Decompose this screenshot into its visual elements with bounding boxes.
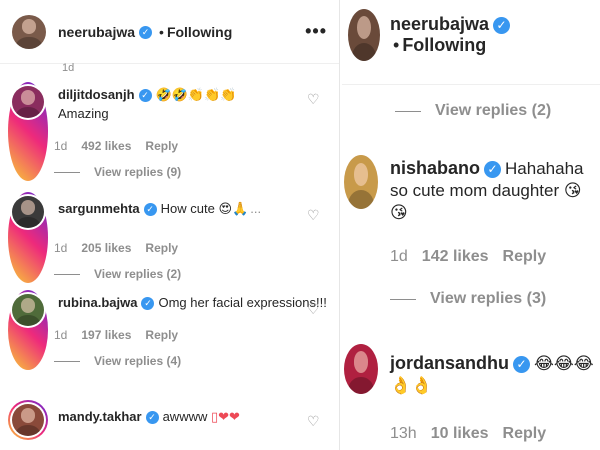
comment-text: awwww	[162, 409, 208, 424]
verified-icon: ✓	[493, 17, 511, 35]
separator-dot: •	[159, 23, 164, 40]
truncation-ellipsis: ...	[250, 201, 262, 216]
replies-divider	[54, 273, 80, 275]
verified-icon: ✓	[141, 297, 155, 311]
verified-icon: ✓	[143, 203, 157, 217]
view-replies-button[interactable]: View replies (2)	[395, 102, 551, 120]
post-header: neerubajwa ✓ • Following	[342, 0, 600, 70]
reply-button[interactable]: Reply	[503, 425, 547, 442]
comment-time: 1d	[54, 241, 68, 255]
author-username[interactable]: neerubajwa	[390, 14, 489, 34]
view-replies-button[interactable]: View replies (2)	[54, 265, 333, 283]
commenter-username[interactable]: diljitdosanjh	[58, 87, 135, 102]
commenter-avatar-ring[interactable]	[8, 192, 48, 283]
reply-button[interactable]: Reply	[145, 241, 178, 255]
verified-icon: ✓	[484, 161, 502, 179]
separator-dot: •	[393, 35, 400, 55]
comment-text: Omg her facial expressions!!!	[158, 295, 327, 310]
commenter-username[interactable]: rubina.bajwa	[58, 295, 137, 310]
following-button[interactable]: Following	[402, 35, 486, 55]
comment-emojis: 😍🙏	[218, 202, 249, 217]
comment-text: How cute	[160, 201, 215, 216]
commenter-avatar-ring[interactable]	[8, 290, 48, 370]
comment-likes[interactable]: 205 likes	[81, 241, 131, 255]
left-screenshot-panel: neerubajwa ✓ • Following ••• 1d diljitdosan…	[0, 0, 340, 450]
commenter-avatar	[12, 196, 44, 228]
comment-item: diljitdosanjh ✓ 🤣🤣👏👏👏 Amazing 1d 492 likes R…	[8, 82, 333, 181]
view-replies-button[interactable]: View replies (4)	[54, 352, 333, 370]
like-heart-icon[interactable]: ♡	[307, 414, 321, 428]
comment-item: rubina.bajwa ✓ Omg her facial expressions!…	[8, 290, 333, 370]
replies-divider	[390, 298, 416, 300]
more-options-icon[interactable]: •••	[305, 21, 327, 42]
comment-emojis: ▯❤❤	[211, 410, 240, 425]
reply-button[interactable]: Reply	[503, 248, 547, 265]
comment-item: sargunmehta ✓ How cute 😍🙏... 1d 205 likes Re…	[8, 192, 333, 283]
verified-icon: ✓	[145, 411, 159, 425]
comment-item: jordansandhu ✓ 😂😂😂👌👌 13h 10 likes Reply	[344, 344, 598, 445]
like-heart-icon[interactable]: ♡	[307, 208, 321, 222]
author-info: neerubajwa✓ •Following	[390, 14, 594, 56]
commenter-username[interactable]: mandy.takhar	[58, 409, 142, 424]
replies-divider	[54, 171, 80, 173]
comment-item: mandy.takhar ✓ awwww ▯❤❤ ♡	[8, 400, 333, 440]
partial-timestamp: 1d	[62, 62, 75, 74]
verified-icon: ✓	[513, 356, 531, 374]
comment-likes[interactable]: 10 likes	[431, 425, 489, 442]
commenter-avatar[interactable]	[344, 155, 378, 209]
author-avatar[interactable]	[348, 9, 380, 61]
author-avatar[interactable]	[12, 14, 46, 49]
comment-likes[interactable]: 492 likes	[81, 139, 131, 153]
comment-time: 1d	[54, 139, 68, 153]
author-info: neerubajwa ✓ •Following	[58, 24, 232, 40]
commenter-avatar	[12, 404, 44, 436]
verified-icon: ✓	[139, 26, 153, 40]
comment-time: 13h	[390, 425, 417, 442]
post-header: neerubajwa ✓ • Following •••	[0, 0, 339, 64]
comment-text: Amazing	[58, 106, 109, 121]
replies-divider	[395, 110, 421, 112]
view-replies-button[interactable]: View replies (3)	[390, 288, 598, 310]
view-replies-button[interactable]: View replies (9)	[54, 163, 333, 181]
comment-emojis: 🤣🤣👏👏👏	[155, 88, 237, 103]
replies-divider	[54, 360, 80, 362]
commenter-avatar	[12, 294, 44, 326]
comment-time: 1d	[54, 328, 68, 342]
reply-button[interactable]: Reply	[145, 139, 178, 153]
view-replies-label: View replies (4)	[94, 354, 182, 368]
commenter-username[interactable]: sargunmehta	[58, 201, 140, 216]
commenter-avatar-ring[interactable]	[8, 400, 48, 440]
commenter-username[interactable]: jordansandhu	[390, 353, 509, 373]
comment-likes[interactable]: 197 likes	[81, 328, 131, 342]
commenter-avatar	[12, 86, 44, 118]
like-heart-icon[interactable]: ♡	[307, 302, 321, 316]
commenter-avatar-ring[interactable]	[8, 82, 48, 181]
reply-button[interactable]: Reply	[145, 328, 178, 342]
following-button[interactable]: Following	[167, 24, 232, 40]
comment-time: 1d	[390, 248, 408, 265]
commenter-avatar[interactable]	[344, 344, 378, 394]
comment-item: nishabano ✓ Hahahaha so cute mom daughter …	[344, 155, 598, 310]
commenter-username[interactable]: nishabano	[390, 158, 480, 178]
view-replies-label: View replies (3)	[430, 290, 547, 307]
like-heart-icon[interactable]: ♡	[307, 92, 321, 106]
author-username[interactable]: neerubajwa	[58, 24, 135, 40]
view-replies-label: View replies (9)	[94, 165, 182, 179]
header-divider	[342, 84, 600, 85]
verified-icon: ✓	[138, 89, 152, 103]
view-replies-label: View replies (2)	[435, 102, 552, 119]
view-replies-label: View replies (2)	[94, 267, 182, 281]
comment-likes[interactable]: 142 likes	[422, 248, 489, 265]
right-screenshot-panel: neerubajwa ✓• Following View replies (2) n…	[342, 0, 600, 450]
